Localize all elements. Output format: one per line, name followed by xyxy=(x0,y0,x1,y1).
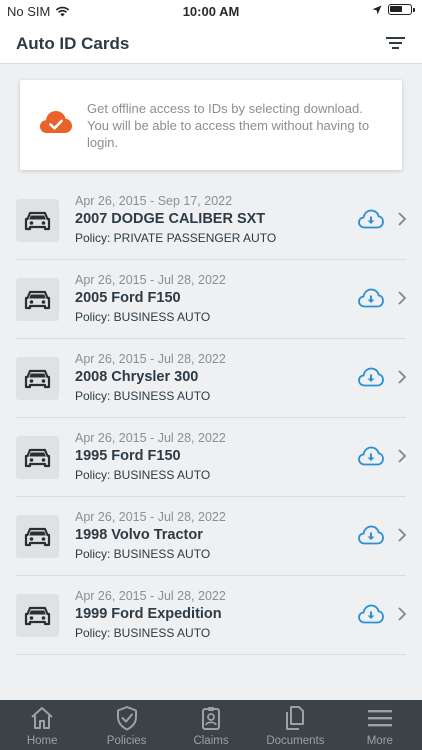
chevron-right-icon[interactable] xyxy=(397,290,407,306)
app-header: Auto ID Cards xyxy=(0,22,422,64)
cloud-check-icon xyxy=(40,111,72,133)
policy-type: Policy: BUSINESS AUTO xyxy=(75,310,211,324)
offline-access-notice: Get offline access to IDs by selecting d… xyxy=(20,80,402,170)
chevron-right-icon[interactable] xyxy=(397,369,407,385)
id-badge-icon xyxy=(202,707,221,730)
chevron-right-icon[interactable] xyxy=(397,527,407,543)
id-card-row[interactable]: Apr 26, 2015 - Jul 28, 2022 2008 Chrysle… xyxy=(16,339,407,418)
tab-policies[interactable]: Policies xyxy=(84,700,168,750)
cloud-download-icon[interactable] xyxy=(358,288,384,308)
tab-home[interactable]: Home xyxy=(0,700,84,750)
status-bar: No SIM 10:00 AM xyxy=(0,0,422,22)
status-time: 10:00 AM xyxy=(182,4,240,19)
id-card-list: Apr 26, 2015 - Sep 17, 2022 2007 DODGE C… xyxy=(0,181,422,655)
tab-label: More xyxy=(366,735,393,747)
home-icon xyxy=(31,707,53,729)
tab-label: Home xyxy=(26,735,58,747)
car-icon xyxy=(24,211,51,230)
policy-type: Policy: BUSINESS AUTO xyxy=(75,626,211,640)
policy-type: Policy: BUSINESS AUTO xyxy=(75,547,211,561)
sort-filter-icon[interactable] xyxy=(384,32,408,54)
tab-claims[interactable]: Claims xyxy=(169,700,253,750)
id-card-row[interactable]: Apr 26, 2015 - Sep 17, 2022 2007 DODGE C… xyxy=(16,181,407,260)
documents-icon xyxy=(286,706,305,730)
car-tile xyxy=(16,436,59,479)
car-tile xyxy=(16,515,59,558)
bottom-tab-bar: Home Policies Claims Documents More xyxy=(0,700,422,750)
tab-documents[interactable]: Documents xyxy=(253,700,337,750)
coverage-dates: Apr 26, 2015 - Sep 17, 2022 xyxy=(75,194,233,208)
vehicle-name: 2008 Chrysler 300 xyxy=(75,369,199,385)
coverage-dates: Apr 26, 2015 - Jul 28, 2022 xyxy=(75,431,226,445)
tab-label: Claims xyxy=(193,735,229,747)
car-icon xyxy=(24,527,51,546)
car-tile xyxy=(16,594,59,637)
car-tile xyxy=(16,278,59,321)
vehicle-name: 2007 DODGE CALIBER SXT xyxy=(75,211,266,227)
vehicle-name: 2005 Ford F150 xyxy=(75,290,181,306)
policy-type: Policy: BUSINESS AUTO xyxy=(75,389,211,403)
car-icon xyxy=(24,290,51,309)
coverage-dates: Apr 26, 2015 - Jul 28, 2022 xyxy=(75,352,226,366)
chevron-right-icon[interactable] xyxy=(397,211,407,227)
coverage-dates: Apr 26, 2015 - Jul 28, 2022 xyxy=(75,510,226,524)
chevron-right-icon[interactable] xyxy=(397,448,407,464)
tab-more[interactable]: More xyxy=(338,700,422,750)
car-icon xyxy=(24,369,51,388)
id-card-row[interactable]: Apr 26, 2015 - Jul 28, 2022 1998 Volvo T… xyxy=(16,497,407,576)
vehicle-name: 1998 Volvo Tractor xyxy=(75,527,203,543)
cloud-download-icon[interactable] xyxy=(358,525,384,545)
id-card-row[interactable]: Apr 26, 2015 - Jul 28, 2022 1999 Ford Ex… xyxy=(16,576,407,655)
tab-label: Policies xyxy=(106,735,147,747)
battery-icon xyxy=(388,4,415,15)
cloud-download-icon[interactable] xyxy=(358,446,384,466)
coverage-dates: Apr 26, 2015 - Jul 28, 2022 xyxy=(75,589,226,603)
coverage-dates: Apr 26, 2015 - Jul 28, 2022 xyxy=(75,273,226,287)
location-arrow-icon xyxy=(372,5,382,14)
policy-type: Policy: BUSINESS AUTO xyxy=(75,468,211,482)
policy-type: Policy: PRIVATE PASSENGER AUTO xyxy=(75,231,277,245)
cloud-download-icon[interactable] xyxy=(358,604,384,624)
car-tile xyxy=(16,199,59,242)
car-tile xyxy=(16,357,59,400)
page-title: Auto ID Cards xyxy=(16,34,130,53)
cloud-download-icon[interactable] xyxy=(358,367,384,387)
car-icon xyxy=(24,606,51,625)
vehicle-name: 1995 Ford F150 xyxy=(75,448,181,464)
shield-check-icon xyxy=(116,706,137,731)
vehicle-name: 1999 Ford Expedition xyxy=(75,606,222,622)
menu-icon xyxy=(367,710,392,727)
id-card-row[interactable]: Apr 26, 2015 - Jul 28, 2022 2005 Ford F1… xyxy=(16,260,407,339)
status-right xyxy=(372,4,415,15)
cloud-download-icon[interactable] xyxy=(358,209,384,229)
chevron-right-icon[interactable] xyxy=(397,606,407,622)
car-icon xyxy=(24,448,51,467)
offline-access-message: Get offline access to IDs by selecting d… xyxy=(87,101,370,150)
id-card-row[interactable]: Apr 26, 2015 - Jul 28, 2022 1995 Ford F1… xyxy=(16,418,407,497)
tab-label: Documents xyxy=(266,735,325,747)
